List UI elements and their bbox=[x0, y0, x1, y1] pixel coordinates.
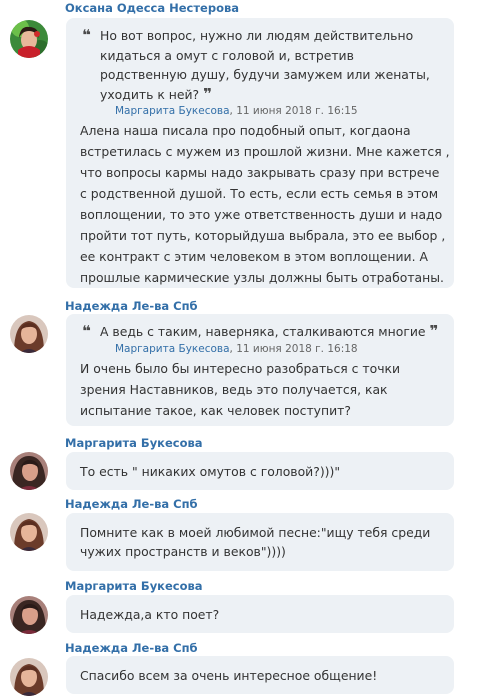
message-text: Помните как в моей любимой песне:"ищу те… bbox=[80, 523, 444, 561]
text-line: встретилась с мужем из прошлой жизни. Мн… bbox=[80, 144, 450, 159]
quote-author-link[interactable]: Маргарита Букесова bbox=[115, 105, 230, 117]
chat-message: Маргарита Букесова Надежда,а кто поет? bbox=[0, 576, 487, 634]
text-line: Алена наша писала про подобный опыт, ког… bbox=[80, 123, 411, 138]
text-line: Спасибо всем за очень интересное общение… bbox=[80, 668, 378, 683]
avatar[interactable] bbox=[10, 513, 48, 551]
text-line: воплощении, то это уже ответственность д… bbox=[80, 207, 443, 222]
quote-block: ❝ А ведь с таким, наверняка, сталкиваютс… bbox=[80, 322, 444, 356]
message-author[interactable]: Маргарита Букесова bbox=[65, 436, 203, 450]
quote-line: Но вот вопрос, нужно ли людям действител… bbox=[100, 28, 414, 43]
message-bubble: ❝ Но вот вопрос, нужно ли людям действит… bbox=[66, 18, 454, 288]
message-bubble: Спасибо всем за очень интересное общение… bbox=[66, 656, 454, 694]
chat-message: Надежда Ле-ва Спб ❝ А ведь с таким, наве… bbox=[0, 296, 487, 428]
message-bubble: Помните как в моей любимой песне:"ищу те… bbox=[66, 513, 454, 571]
text-line: зрения Наставников, ведь это получается,… bbox=[80, 382, 388, 397]
message-bubble: То есть " никаких омутов с головой?)))" bbox=[66, 452, 454, 490]
message-bubble: ❝ А ведь с таким, наверняка, сталкиваютс… bbox=[66, 314, 454, 426]
message-author[interactable]: Надежда Ле-ва Спб bbox=[65, 497, 198, 511]
quote-open-icon: ❝ bbox=[82, 26, 91, 44]
avatar[interactable] bbox=[10, 658, 48, 696]
message-text: Надежда,а кто поет? bbox=[80, 605, 444, 624]
message-author[interactable]: Оксана Одесса Нестерова bbox=[65, 1, 239, 15]
text-line: Надежда,а кто поет? bbox=[80, 607, 220, 622]
quote-date: , 11 июня 2018 г. 16:18 bbox=[229, 342, 358, 355]
text-line: пройти тот путь, которыйдуша выбрала, эт… bbox=[80, 228, 446, 243]
message-author[interactable]: Маргарита Букесова bbox=[65, 579, 203, 593]
avatar[interactable] bbox=[10, 452, 48, 490]
message-text: То есть " никаких омутов с головой?)))" bbox=[80, 462, 444, 481]
quote-open-icon: ❝ bbox=[82, 322, 91, 340]
message-text: Алена наша писала про подобный опыт, ког… bbox=[80, 120, 450, 288]
text-line: испытание такое, как человек поступит? bbox=[80, 403, 351, 418]
message-text: И очень было бы интересно разобраться с … bbox=[80, 358, 444, 421]
avatar[interactable] bbox=[10, 20, 48, 58]
quote-meta: Маргарита Букесова, 11 июня 2018 г. 16:1… bbox=[80, 104, 444, 118]
text-line: То есть " никаких омутов с головой?)))" bbox=[80, 464, 341, 479]
quote-line: уходить к ней? ❞ bbox=[100, 84, 212, 103]
quote-line: родственную душу, будучи замужем или жен… bbox=[100, 67, 430, 82]
text-line: И очень было бы интересно разобраться с … bbox=[80, 361, 401, 376]
chat-message: Надежда Ле-ва Спб Помните как в моей люб… bbox=[0, 494, 487, 574]
avatar[interactable] bbox=[10, 315, 48, 353]
quote-close-icon: ❞ bbox=[429, 322, 439, 340]
quote-line: А ведь с таким, наверняка, сталкиваются … bbox=[100, 322, 439, 340]
quote-author-link[interactable]: Маргарита Букесова bbox=[115, 343, 230, 355]
message-bubble: Надежда,а кто поет? bbox=[66, 595, 454, 633]
text-line: с родственной душой. То есть, если есть … bbox=[80, 186, 439, 201]
message-author[interactable]: Надежда Ле-ва Спб bbox=[65, 299, 198, 313]
chat-message: Надежда Ле-ва Спб Спасибо всем за очень … bbox=[0, 638, 487, 696]
text-line: что вопросы кармы надо закрывать сразу п… bbox=[80, 165, 440, 180]
quote-block: ❝ Но вот вопрос, нужно ли людям действит… bbox=[80, 26, 444, 118]
chat-message: Оксана Одесса Нестерова ❝ Но вот вопрос,… bbox=[0, 0, 487, 290]
text-line: чужих пространств и веков")))) bbox=[80, 544, 286, 559]
text-line: Помните как в моей любимой песне:"ищу те… bbox=[80, 525, 431, 540]
quote-close-icon: ❞ bbox=[203, 84, 212, 103]
chat-message: Маргарита Букесова То есть " никаких ому… bbox=[0, 433, 487, 491]
quote-date: , 11 июня 2018 г. 16:15 bbox=[229, 105, 358, 117]
message-author[interactable]: Надежда Ле-ва Спб bbox=[65, 641, 198, 655]
quote-line: кидаться а омут с головой и, встретив bbox=[100, 47, 354, 63]
text-line: ее контракт с этим человеком в этом вопл… bbox=[80, 249, 428, 264]
avatar[interactable] bbox=[10, 596, 48, 634]
text-line: прошлые кармические узлы должны быть отр… bbox=[80, 270, 444, 285]
quote-meta: Маргарита Букесова, 11 июня 2018 г. 16:1… bbox=[80, 342, 444, 356]
message-text: Спасибо всем за очень интересное общение… bbox=[80, 666, 444, 685]
